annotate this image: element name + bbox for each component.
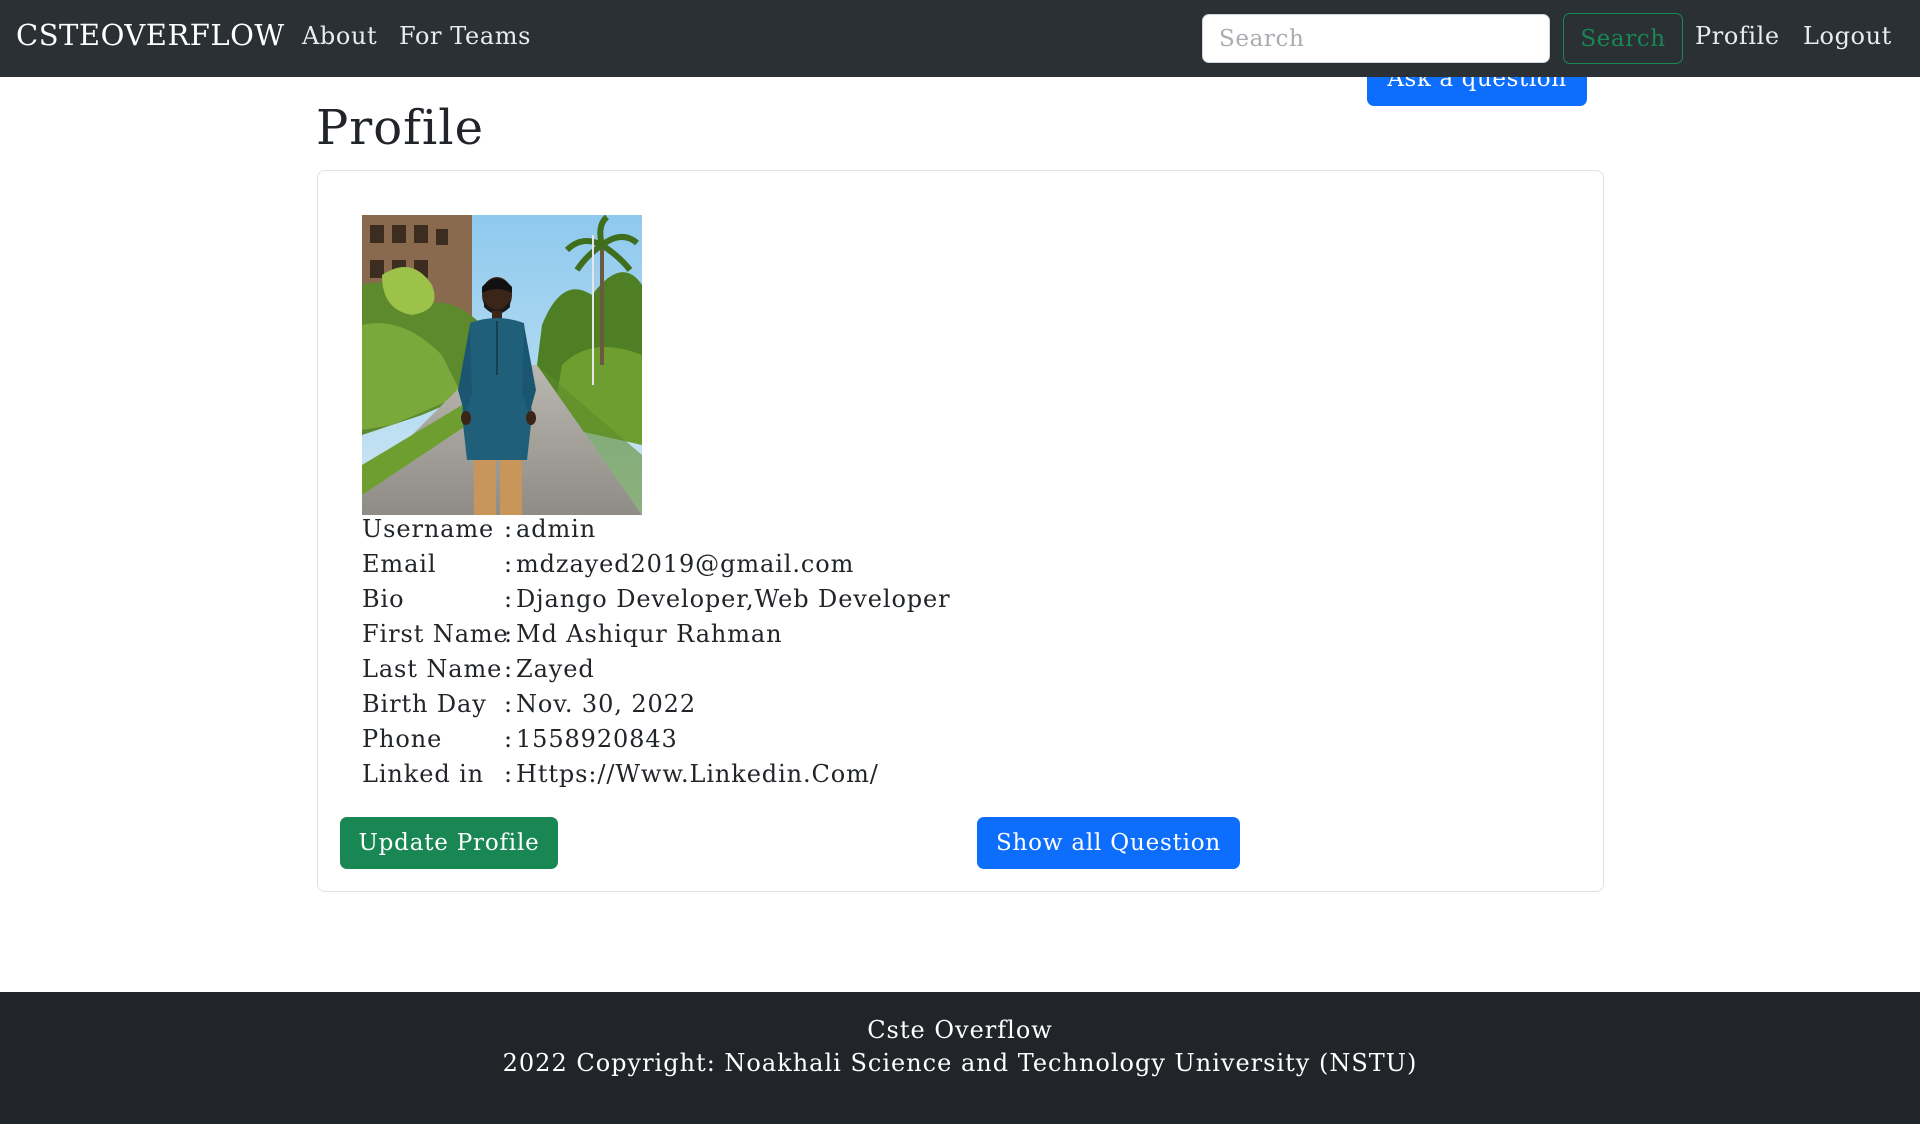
- field-label: Bio: [362, 585, 405, 613]
- field-separator: :: [504, 550, 513, 578]
- nav-for-teams-link[interactable]: For Teams: [399, 22, 531, 50]
- profile-avatar: [362, 215, 642, 515]
- field-separator: :: [504, 690, 513, 718]
- field-label: Username: [362, 515, 495, 543]
- navbar: CSTEOVERFLOW About For Teams Search Prof…: [0, 0, 1920, 77]
- show-all-question-button[interactable]: Show all Question: [977, 817, 1240, 869]
- field-separator: :: [504, 515, 513, 543]
- field-label: First Name: [362, 620, 509, 648]
- update-profile-button[interactable]: Update Profile: [340, 817, 558, 869]
- nav-profile-link[interactable]: Profile: [1695, 22, 1780, 50]
- field-label: Email: [362, 550, 437, 578]
- brand-link[interactable]: CSTEOVERFLOW: [16, 18, 285, 52]
- field-separator: :: [504, 725, 513, 753]
- field-separator: :: [504, 620, 513, 648]
- field-value: admin: [516, 515, 597, 543]
- field-separator: :: [504, 760, 513, 788]
- search-button[interactable]: Search: [1563, 13, 1683, 64]
- field-label: Last Name: [362, 655, 503, 683]
- field-separator: :: [504, 585, 513, 613]
- field-value: Nov. 30, 2022: [516, 690, 696, 718]
- field-value: Md Ashiqur Rahman: [516, 620, 783, 648]
- field-separator: :: [504, 655, 513, 683]
- field-value: Zayed: [516, 655, 595, 683]
- nav-about-link[interactable]: About: [302, 22, 377, 50]
- footer-title: Cste Overflow: [867, 1016, 1053, 1044]
- footer: Cste Overflow 2022 Copyright: Noakhali S…: [0, 992, 1920, 1124]
- page-title: Profile: [316, 100, 485, 156]
- field-value: 1558920843: [516, 725, 678, 753]
- field-label: Phone: [362, 725, 443, 753]
- field-value[interactable]: Https://Www.Linkedin.Com/: [516, 760, 879, 788]
- field-value: Django Developer,Web Developer: [516, 585, 951, 613]
- search-input[interactable]: [1202, 14, 1550, 63]
- nav-logout-link[interactable]: Logout: [1803, 22, 1892, 50]
- field-label: Birth Day: [362, 690, 487, 718]
- footer-copyright: 2022 Copyright: Noakhali Science and Tec…: [502, 1049, 1418, 1077]
- field-value: mdzayed2019@gmail.com: [516, 550, 855, 578]
- field-label: Linked in: [362, 760, 485, 788]
